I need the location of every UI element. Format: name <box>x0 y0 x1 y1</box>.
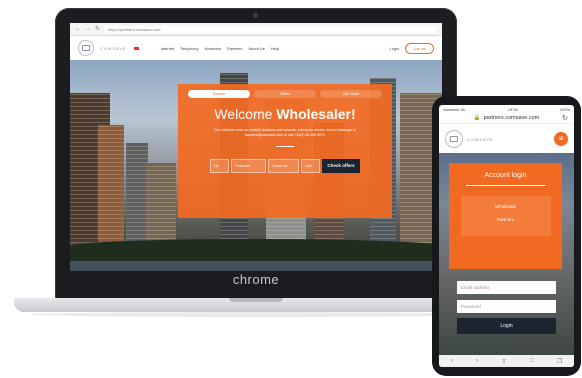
option-partners[interactable]: Partners <box>461 213 551 226</box>
menu-item-internet[interactable]: Internet <box>161 46 175 51</box>
hamburger-menu-icon[interactable]: ≡ <box>554 132 568 146</box>
tabs-icon[interactable]: ❐ <box>557 358 562 365</box>
laptop-shadow <box>30 312 482 317</box>
forward-icon[interactable]: → <box>85 23 91 35</box>
reload-icon[interactable]: ↻ <box>562 114 568 122</box>
tab-offers[interactable]: Offers <box>254 90 316 98</box>
url-field[interactable]: https://partners.comsave.com <box>104 25 437 33</box>
email-field[interactable]: Email address <box>457 281 556 294</box>
hero-card: Search Offers Get Start Welcome Wholesal… <box>178 84 392 218</box>
tree-line <box>70 239 442 263</box>
address-search-row: NL Postcode House no. Add. Check offers <box>178 159 392 173</box>
menu-item-partners[interactable]: Partners <box>227 46 242 51</box>
water <box>70 261 442 271</box>
check-offers-button[interactable]: Check offers <box>322 159 360 173</box>
status-bar: vodafone NL 19:34 100% <box>439 105 574 113</box>
battery-label: 100% <box>559 106 570 112</box>
divider <box>465 185 546 186</box>
account-login-card: Account login Wholesale Partners <box>449 163 562 269</box>
menu-item-telephony[interactable]: Telephony <box>180 46 198 51</box>
building <box>126 143 148 243</box>
login-type-options: Wholesale Partners <box>460 196 551 236</box>
password-field[interactable]: Password <box>457 300 556 313</box>
building <box>146 163 176 243</box>
brand-name: COMSAVE <box>100 45 127 51</box>
building <box>98 125 124 243</box>
tab-get-start[interactable]: Get Start <box>320 90 382 98</box>
site-header: COMSAVE Internet Telephony Networks Part… <box>70 36 442 61</box>
forward-icon[interactable]: › <box>476 358 478 364</box>
bookmarks-icon[interactable]: □ <box>530 358 534 364</box>
back-icon[interactable]: ← <box>75 23 81 35</box>
phone-url-text: partners.comsave.com <box>483 115 540 121</box>
main-menu: Internet Telephony Networks Partners Abo… <box>161 46 279 51</box>
brand-name: COMSAVE <box>467 136 494 142</box>
logo-icon[interactable] <box>445 130 463 148</box>
menu-item-about[interactable]: About Us <box>248 46 264 51</box>
postcode-input[interactable]: Postcode <box>231 159 267 173</box>
flag-icon[interactable] <box>133 46 139 50</box>
country-select[interactable]: NL <box>210 159 230 173</box>
menu-item-networks[interactable]: Networks <box>205 46 222 51</box>
laptop-lid: ← → ↻ https://partners.comsave.com COMSA… <box>55 8 457 300</box>
lock-icon: 🔒 <box>473 115 481 121</box>
menu-item-help[interactable]: Help <box>271 46 279 51</box>
back-icon[interactable]: ‹ <box>451 358 453 364</box>
phone-device: vodafone NL 19:34 100% 🔒 partners.comsav… <box>432 96 581 376</box>
house-number-input[interactable]: House no. <box>268 159 300 173</box>
login-link[interactable]: Login <box>390 46 400 51</box>
laptop-screen: ← → ↻ https://partners.comsave.com COMSA… <box>70 23 442 271</box>
carrier-label: vodafone NL <box>443 106 466 112</box>
join-button[interactable]: Join us <box>405 42 434 54</box>
phone-screen: vodafone NL 19:34 100% 🔒 partners.comsav… <box>439 105 574 367</box>
time-label: 19:34 <box>507 106 518 112</box>
welcome-prefix: Welcome <box>214 106 273 122</box>
laptop-brand-label: chrome <box>232 272 280 287</box>
login-button[interactable]: Login <box>457 318 556 334</box>
camera-icon <box>253 13 258 18</box>
phone-browser-toolbar: ‹ › ⇧ □ ❐ <box>439 355 574 367</box>
reload-icon[interactable]: ↻ <box>95 23 100 35</box>
tab-search[interactable]: Search <box>188 90 250 98</box>
phone-site-header: COMSAVE ≡ <box>439 124 574 154</box>
option-wholesale[interactable]: Wholesale <box>461 200 551 213</box>
browser-address-bar: ← → ↻ https://partners.comsave.com <box>70 23 442 36</box>
divider <box>276 146 294 147</box>
account-login-title: Account login <box>484 172 527 179</box>
logo-icon[interactable] <box>78 40 94 56</box>
hero-tabs: Search Offers Get Start <box>178 84 392 98</box>
hero-description: Our solutions such as multiple locations… <box>214 128 356 137</box>
laptop-notch <box>229 298 283 302</box>
laptop-base <box>14 298 498 312</box>
hero-background: Search Offers Get Start Welcome Wholesal… <box>70 60 442 271</box>
welcome-bold: Wholesaler! <box>276 106 356 122</box>
phone-url-bar[interactable]: 🔒 partners.comsave.com ↻ <box>439 113 574 124</box>
welcome-heading: Welcome Wholesaler! <box>178 106 392 122</box>
share-icon[interactable]: ⇧ <box>501 358 506 365</box>
addition-input[interactable]: Add. <box>301 159 321 173</box>
